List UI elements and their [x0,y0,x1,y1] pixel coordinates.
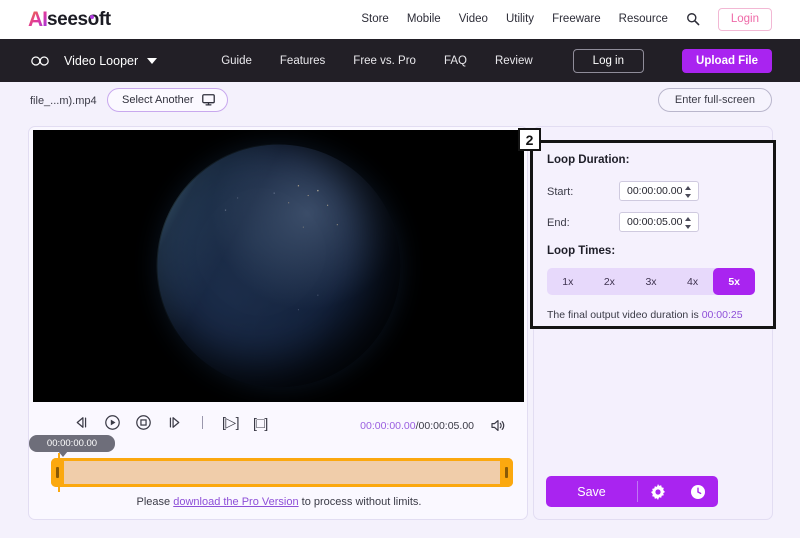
nav-item-guide[interactable]: Guide [221,55,252,67]
upload-file-button[interactable]: Upload File [682,48,772,73]
final-duration-text: The final output video duration is [547,309,702,321]
trim-handle-start[interactable] [51,458,64,487]
set-start-marker-button[interactable]: [▷] [222,414,240,431]
loop-times-title: Loop Times: [547,245,616,257]
logo-dot-icon [90,14,95,19]
preview-card: [▷] [□] 00:00:00.00/00:00:05.00 00:00:00… [28,126,528,520]
login-button-top[interactable]: Login [717,8,772,31]
monitor-icon [201,94,215,106]
loop-times-option-1x[interactable]: 1x [547,268,589,295]
final-duration-value: 00:00:25 [701,309,743,321]
topnav-item-freeware[interactable]: Freeware [552,13,601,25]
save-button[interactable]: Save [546,485,637,499]
pro-note-prefix: Please [136,496,174,508]
topnav-item-video[interactable]: Video [459,13,488,25]
trim-handle-end[interactable] [500,458,513,487]
nav-item-review[interactable]: Review [495,55,533,67]
logo-mark: AI [28,8,48,31]
loop-settings-highlight [530,140,776,329]
skip-forward-icon[interactable] [166,414,183,431]
total-time-label: /00:00:05.00 [415,420,474,432]
timeline-track[interactable] [51,458,513,487]
stop-circle-icon[interactable] [135,414,152,431]
earth-from-space-image [156,143,401,389]
site-header: AI seesoft Store Mobile Video Utility Fr… [0,0,800,39]
stepper-arrows-icon[interactable] [684,216,692,230]
aiseesoft-logo[interactable]: AI seesoft [28,0,111,39]
history-button[interactable] [678,484,718,500]
end-time-value: 00:00:05.00 [627,216,683,228]
loop-duration-title: Loop Duration: [547,154,630,166]
topnav-item-mobile[interactable]: Mobile [407,13,441,25]
current-time-label: 00:00:00.00 [360,420,416,432]
start-label: Start: [547,186,574,198]
loop-times-option-3x[interactable]: 3x [630,268,672,295]
playhead-time-tooltip: 00:00:00.00 [29,435,115,457]
topnav-item-store[interactable]: Store [361,13,389,25]
loop-times-option-5x[interactable]: 5x [713,268,755,295]
save-action-bar: Save [546,476,718,507]
gear-icon [651,483,665,500]
loop-times-option-2x[interactable]: 2x [589,268,631,295]
logo-wordmark: seesoft [47,8,111,30]
skip-back-icon[interactable] [73,414,90,431]
file-toolbar: file_...m).mp4 Select Another Enter full… [0,88,800,118]
end-label: End: [547,217,570,229]
select-another-button[interactable]: Select Another [107,88,228,112]
start-time-value: 00:00:00.00 [627,185,683,197]
volume-icon[interactable] [490,418,506,433]
play-circle-icon[interactable] [104,414,121,431]
annotation-badge-2: 2 [518,128,541,151]
set-end-marker-button[interactable]: [□] [253,415,268,431]
loop-times-selector: 1x 2x 3x 4x 5x [547,268,755,295]
controls-divider [202,416,203,429]
transport-buttons: [▷] [□] [73,414,268,431]
chevron-down-icon[interactable] [147,57,158,64]
app-nav-links: Guide Features Free vs. Pro FAQ Review L… [221,48,800,73]
final-duration-note: The final output video duration is 00:00… [547,309,743,321]
video-looper-app: AI seesoft Store Mobile Video Utility Fr… [0,0,800,538]
loop-times-option-4x[interactable]: 4x [672,268,714,295]
clock-icon [691,484,705,499]
timecode-display: 00:00:00.00/00:00:05.00 [360,420,474,432]
stepper-arrows-icon[interactable] [684,185,692,199]
app-name-label: Video Looper [64,53,139,68]
pro-note-suffix: to process without limits. [298,496,422,508]
app-nav: Video Looper Guide Features Free vs. Pro… [0,39,800,82]
search-icon[interactable] [686,12,700,26]
topnav-item-resource[interactable]: Resource [619,13,668,25]
file-name-label: file_...m).mp4 [30,95,97,107]
enter-fullscreen-button[interactable]: Enter full-screen [657,88,772,112]
pro-version-note: Please download the Pro Version to proce… [29,496,529,508]
settings-button[interactable] [638,483,678,500]
start-time-input[interactable]: 00:00:00.00 [619,181,699,201]
download-pro-version-link[interactable]: download the Pro Version [173,496,298,508]
nav-item-free-vs-pro[interactable]: Free vs. Pro [353,55,416,67]
nav-item-faq[interactable]: FAQ [444,55,467,67]
site-nav: Store Mobile Video Utility Freeware Reso… [361,8,772,31]
infinity-loop-icon [31,55,49,66]
video-preview[interactable] [33,130,524,402]
login-button[interactable]: Log in [572,48,645,73]
select-another-label: Select Another [122,94,194,106]
topnav-item-utility[interactable]: Utility [506,13,534,25]
end-time-input[interactable]: 00:00:05.00 [619,212,699,232]
nav-item-features[interactable]: Features [280,55,325,67]
